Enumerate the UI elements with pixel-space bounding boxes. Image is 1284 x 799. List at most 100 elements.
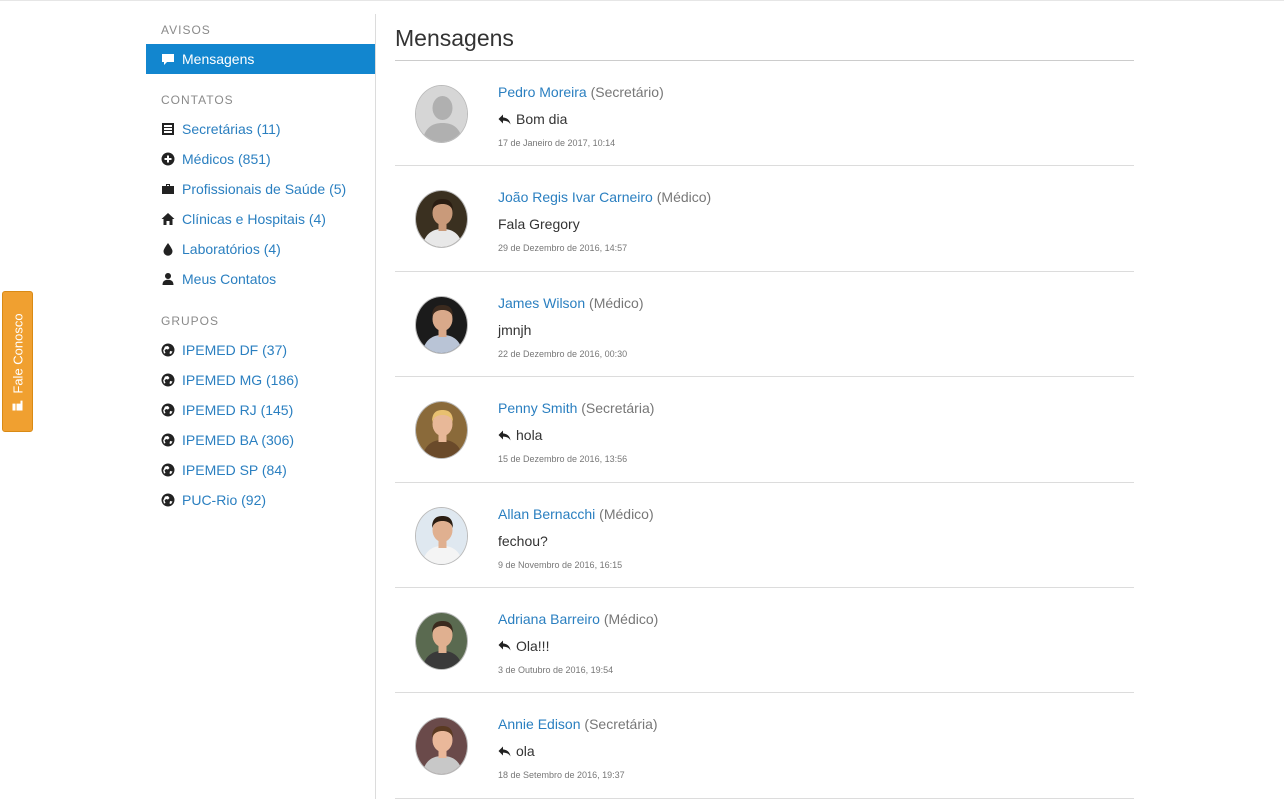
avatar[interactable]	[415, 190, 468, 249]
message-header: Annie Edison (Secretária)	[498, 715, 658, 733]
sidebar-item-ipemed-sp[interactable]: IPEMED SP (84)	[146, 455, 375, 485]
avatar[interactable]	[415, 295, 468, 354]
sender-name-link[interactable]: James Wilson	[498, 295, 585, 311]
sidebar-item-médicos[interactable]: Médicos (851)	[146, 144, 375, 174]
avatar[interactable]	[415, 717, 468, 776]
sender-name-link[interactable]: Annie Edison	[498, 716, 581, 732]
column-divider	[375, 14, 376, 799]
sidebar-item-puc-rio[interactable]: PUC-Rio (92)	[146, 485, 375, 515]
sidebar-item-label: Profissionais de Saúde (5)	[182, 181, 347, 197]
sender-name-link[interactable]: Pedro Moreira	[498, 84, 587, 100]
message-row[interactable]: James Wilson (Médico) jmnjh 22 de Dezembro…	[395, 272, 1134, 378]
sidebar-item-ipemed-rj[interactable]: IPEMED RJ (145)	[146, 395, 375, 425]
message-header: Allan Bernacchi (Médico)	[498, 505, 654, 523]
drop-icon	[163, 243, 173, 256]
avatar[interactable]	[415, 85, 468, 143]
reply-icon	[498, 430, 511, 441]
message-list: Pedro Moreira (Secretário) Bom dia 17 de J…	[395, 61, 1134, 799]
sender-role: (Secretária)	[584, 716, 658, 733]
sidebar-item-icon	[161, 182, 175, 196]
message-text: hola	[516, 427, 543, 444]
avatar-placeholder-icon	[416, 86, 467, 142]
sender-name-link[interactable]: Adriana Barreiro	[498, 611, 600, 627]
top-border	[0, 0, 1284, 1]
sidebar-item-label: Secretárias (11)	[182, 121, 281, 137]
avatar-photo	[416, 296, 467, 353]
sidebar-item-clínicas-e-hospitais[interactable]: Clínicas e Hospitais (4)	[146, 204, 375, 234]
sender-role: (Médico)	[599, 505, 654, 522]
page-title: Mensagens	[395, 25, 514, 51]
message-text: fechou?	[498, 532, 548, 549]
message-text: Ola!!!	[516, 637, 550, 654]
globe-icon	[161, 403, 175, 417]
message-date: 15 de Dezembro de 2016, 13:56	[498, 454, 628, 465]
sidebar-item-meus-contatos[interactable]: Meus Contatos	[146, 264, 375, 294]
sidebar-item-ipemed-ba[interactable]: IPEMED BA (306)	[146, 425, 375, 455]
message-text: Fala Gregory	[498, 216, 580, 233]
globe-icon	[161, 373, 175, 387]
sidebar-item-label: Clínicas e Hospitais (4)	[182, 211, 326, 227]
sidebar-item-icon	[161, 52, 175, 66]
message-preview: fechou?	[498, 532, 548, 550]
message-row[interactable]: Allan Bernacchi (Médico) fechou? 9 de Nove…	[395, 483, 1134, 588]
sidebar-item-profissionais-de-saúde[interactable]: Profissionais de Saúde (5)	[146, 174, 375, 204]
fale-conosco-tab[interactable]: Fale Conosco	[2, 291, 33, 432]
message-preview: jmnjh	[498, 321, 531, 339]
sidebar-item-label: IPEMED DF (37)	[182, 342, 288, 358]
sidebar-item-ipemed-mg[interactable]: IPEMED MG (186)	[146, 365, 375, 395]
section-title-contatos: CONTATOS	[161, 93, 234, 107]
message-date: 9 de Novembro de 2016, 16:15	[498, 559, 623, 570]
message-header: João Regis Ivar Carneiro (Médico)	[498, 188, 711, 206]
sidebar-item-icon	[161, 493, 175, 507]
sidebar-item-label: IPEMED MG (186)	[182, 372, 299, 388]
reply-icon	[498, 114, 511, 125]
sender-name-link[interactable]: Allan Bernacchi	[498, 506, 595, 522]
message-text: ola	[516, 743, 535, 760]
sidebar-item-secretárias[interactable]: Secretárias (11)	[146, 114, 375, 144]
sidebar-item-icon	[161, 373, 175, 387]
sender-name-link[interactable]: Penny Smith	[498, 400, 577, 416]
message-row[interactable]: João Regis Ivar Carneiro (Médico) Fala Gr…	[395, 166, 1134, 272]
sender-name-link[interactable]: João Regis Ivar Carneiro	[498, 189, 653, 205]
sender-role: (Médico)	[589, 294, 644, 311]
avatar-photo	[416, 402, 467, 459]
sidebar-item-label: Laboratórios (4)	[182, 241, 281, 257]
avatar-photo	[416, 507, 467, 564]
sidebar-item-mensagens[interactable]: Mensagens	[146, 44, 375, 74]
sidebar-item-icon	[161, 463, 175, 477]
message-header: Penny Smith (Secretária)	[498, 399, 654, 417]
briefcase-icon	[162, 184, 174, 194]
reply-icon	[498, 640, 511, 651]
avisos-list: Mensagens	[146, 44, 375, 74]
avatar[interactable]	[415, 506, 468, 565]
sidebar-item-label: Médicos (851)	[182, 151, 271, 167]
message-preview: Ola!!!	[498, 637, 549, 655]
message-preview: hola	[498, 426, 542, 444]
section-title-grupos: GRUPOS	[161, 314, 220, 328]
sidebar-item-label: PUC-Rio (92)	[182, 492, 267, 508]
message-row[interactable]: Annie Edison (Secretária) ola 18 de Setemb…	[395, 693, 1134, 799]
message-row[interactable]: Penny Smith (Secretária) hola 15 de Dezemb…	[395, 377, 1134, 483]
sidebar-item-ipemed-df[interactable]: IPEMED DF (37)	[146, 335, 375, 365]
globe-icon	[161, 343, 175, 357]
reply-icon	[498, 746, 511, 757]
sidebar-item-laboratórios[interactable]: Laboratórios (4)	[146, 234, 375, 264]
message-date: 18 de Setembro de 2016, 19:37	[498, 770, 625, 781]
sidebar-item-icon	[161, 152, 175, 166]
section-title-avisos: AVISOS	[161, 23, 211, 37]
message-row[interactable]: Pedro Moreira (Secretário) Bom dia 17 de J…	[395, 61, 1134, 167]
message-preview: Bom dia	[498, 110, 567, 128]
pointing-hand-icon	[12, 400, 22, 411]
plus-circle-icon	[161, 152, 175, 166]
message-header: Pedro Moreira (Secretário)	[498, 83, 664, 101]
globe-icon	[161, 463, 175, 477]
comment-icon	[162, 54, 174, 65]
sidebar-item-icon	[161, 212, 175, 226]
sidebar-item-icon	[161, 433, 175, 447]
sender-role: (Secretária)	[581, 400, 655, 417]
message-row[interactable]: Adriana Barreiro (Médico) Ola!!! 3 de Outu…	[395, 588, 1134, 694]
contatos-list: Secretárias (11) Médicos (851) Profissiona…	[146, 114, 375, 294]
avatar-photo	[416, 612, 467, 669]
avatar[interactable]	[415, 611, 468, 670]
avatar[interactable]	[415, 401, 468, 460]
